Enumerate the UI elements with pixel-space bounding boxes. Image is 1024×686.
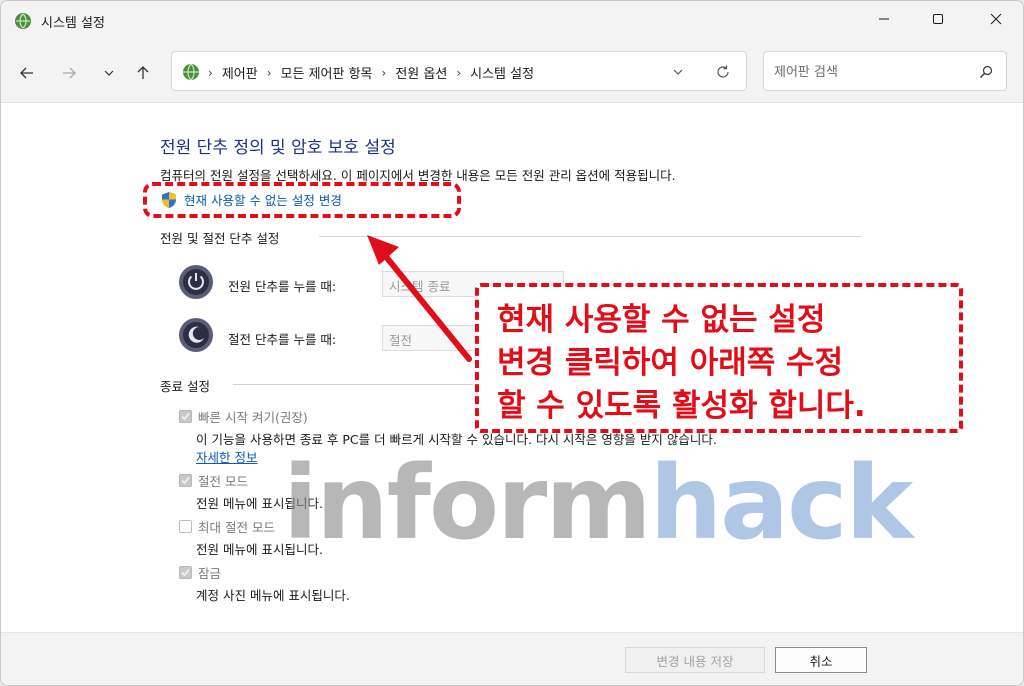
save-changes-button[interactable]: 변경 내용 저장 [625,647,765,673]
address-dropdown-button[interactable] [668,62,688,82]
recent-locations-button[interactable] [97,61,121,85]
power-button-icon [179,265,213,299]
lock-checkbox[interactable] [179,566,192,579]
breadcrumb-separator: › [456,65,462,80]
breadcrumb-separator: › [381,65,387,80]
power-button-label: 전원 단추를 누를 때: [228,279,337,294]
maximize-button[interactable] [913,1,963,37]
cancel-button[interactable]: 취소 [775,647,867,673]
maximize-icon [933,14,943,24]
section-divider [319,236,861,237]
control-panel-window: 시스템 설정 › 제어판 › 모든 제어판 항목 › 전원 옵션 › 시스템 설… [0,0,1024,686]
lock-description: 계정 사진 메뉴에 표시됩니다. [196,588,350,603]
search-box [763,51,1007,91]
watermark: informhack [283,453,913,555]
section-divider [233,384,473,385]
page-title: 전원 단추 정의 및 암호 보호 설정 [160,138,396,158]
breadcrumb-item-control-panel[interactable]: 제어판 [222,63,258,82]
checkmark-icon [181,569,190,577]
breadcrumb-item-all-items[interactable]: 모든 제어판 항목 [281,63,373,82]
watermark-part-1: inform [283,444,652,563]
power-options-icon [15,13,31,29]
forward-button[interactable] [57,61,81,85]
highlight-box [143,182,461,218]
up-button[interactable] [131,61,155,85]
checkmark-icon [181,413,190,421]
address-bar[interactable]: › 제어판 › 모든 제어판 항목 › 전원 옵션 › 시스템 설정 [171,51,747,91]
arrow-up-icon [137,66,149,79]
breadcrumb-item-system-settings[interactable]: 시스템 설정 [470,63,534,82]
annotation-callout: 현재 사용할 수 없는 설정 변경 클릭하여 아래쪽 수정 할 수 있도록 활성… [475,283,963,433]
lock-option[interactable]: 잠금 [179,563,221,582]
refresh-icon [717,65,729,78]
fast-startup-option[interactable]: 빠른 시작 켜기(권장) [179,407,308,426]
close-icon [990,13,1002,25]
breadcrumb-separator: › [266,65,272,80]
watermark-part-2: hack [649,444,914,563]
hibernate-option[interactable]: 최대 절전 모드 [179,517,275,536]
title-bar: 시스템 설정 [1,1,1023,41]
refresh-button[interactable] [712,61,734,83]
sleep-mode-option[interactable]: 절전 모드 [179,471,248,490]
close-button[interactable] [971,1,1021,37]
minimize-icon [879,18,889,20]
chevron-down-icon [673,69,683,75]
callout-text: 현재 사용할 수 없는 설정 변경 클릭하여 아래쪽 수정 할 수 있도록 활성… [497,302,866,424]
arrow-left-icon [20,67,33,79]
sleep-button-icon [179,318,213,352]
lock-label: 잠금 [198,566,222,581]
more-info-link[interactable]: 자세한 정보 [196,447,257,466]
search-button[interactable] [976,62,996,82]
back-button[interactable] [15,61,39,85]
fast-startup-label: 빠른 시작 켜기(권장) [198,410,308,425]
chevron-down-icon [104,70,114,76]
sleep-button-label: 절전 단추를 누를 때: [228,332,337,347]
power-buttons-section-header: 전원 및 절전 단추 설정 [160,231,280,246]
checkmark-icon [181,477,190,485]
sleep-mode-checkbox[interactable] [179,474,192,487]
hibernate-checkbox[interactable] [179,520,192,533]
search-icon [980,65,993,78]
breadcrumb-item-power-options[interactable]: 전원 옵션 [395,63,447,82]
window-title: 시스템 설정 [41,16,105,31]
breadcrumb-separator: › [208,65,213,80]
arrow-right-icon [63,67,76,79]
hibernate-label: 최대 절전 모드 [198,520,275,535]
minimize-button[interactable] [859,1,909,37]
breadcrumb: › 제어판 › 모든 제어판 항목 › 전원 옵션 › 시스템 설정 [208,63,534,83]
search-input[interactable] [774,62,964,82]
sleep-mode-label: 절전 모드 [198,474,248,489]
navigation-bar: › 제어판 › 모든 제어판 항목 › 전원 옵션 › 시스템 설정 [1,41,1023,103]
shutdown-section-header: 종료 설정 [160,379,210,394]
control-panel-icon [183,63,199,81]
footer-bar: 변경 내용 저장 취소 [1,632,1023,685]
fast-startup-checkbox[interactable] [179,410,192,423]
